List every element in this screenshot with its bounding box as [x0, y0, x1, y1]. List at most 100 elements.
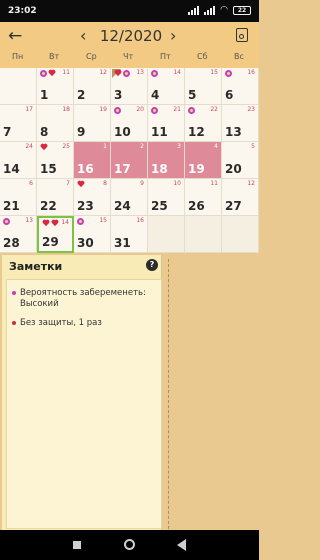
- arrow-left-icon[interactable]: ←: [8, 26, 22, 46]
- day-number: 10: [114, 125, 131, 139]
- calendar-settings-icon[interactable]: [236, 28, 248, 42]
- calendar-day-cell[interactable]: 8 23: [74, 179, 111, 216]
- calendar-day-cell[interactable]: [148, 216, 185, 253]
- calendar-day-cell[interactable]: [0, 68, 37, 105]
- notes-list: Вероятность забеременеть: Высокий Без за…: [6, 279, 162, 529]
- calendar-day-cell[interactable]: 2 17: [111, 142, 148, 179]
- help-icon[interactable]: ?: [146, 259, 158, 271]
- calendar-day-cell[interactable]: 16 31: [111, 216, 148, 253]
- calendar-day-cell[interactable]: 1 16: [74, 142, 111, 179]
- ovulation-ring-icon: [77, 218, 84, 225]
- cycle-day-number: 9: [140, 180, 144, 187]
- calendar-day-cell[interactable]: 11 26: [185, 179, 222, 216]
- calendar-day-cell[interactable]: 15 30: [74, 216, 111, 253]
- calendar-day-cell[interactable]: 25 15: [37, 142, 74, 179]
- calendar-day-cell[interactable]: [222, 216, 259, 253]
- day-number: 26: [188, 199, 205, 213]
- notes-title: Заметки: [9, 260, 63, 273]
- calendar-day-cell[interactable]: 11 1: [37, 68, 74, 105]
- calendar-day-cell[interactable]: 14 4: [148, 68, 185, 105]
- calendar-day-cell[interactable]: 6 21: [0, 179, 37, 216]
- calendar-day-cell[interactable]: 16 6: [222, 68, 259, 105]
- chevron-left-icon[interactable]: ‹: [80, 26, 86, 45]
- day-markers: [114, 70, 130, 77]
- calendar-day-cell[interactable]: 22 12: [185, 105, 222, 142]
- calendar-header: ← ‹ 12/2020 ›: [0, 22, 259, 52]
- day-number: 27: [225, 199, 242, 213]
- cycle-day-number: 15: [99, 217, 107, 224]
- heart-icon: [48, 70, 56, 77]
- cycle-day-number: 12: [99, 69, 107, 76]
- day-number: 17: [114, 162, 131, 176]
- notes-section: Заметки ? Вероятность забеременеть: Высо…: [0, 253, 259, 531]
- navigation-bar: [0, 530, 259, 560]
- note-text: Без защиты, 1 раз: [20, 318, 102, 328]
- cycle-day-number: 11: [62, 69, 70, 76]
- circle-icon[interactable]: [124, 539, 135, 550]
- calendar-day-cell[interactable]: 9 24: [111, 179, 148, 216]
- wifi-icon: ◠: [220, 5, 228, 15]
- calendar-day-cell[interactable]: 19 9: [74, 105, 111, 142]
- calendar-day-cell[interactable]: 15 5: [185, 68, 222, 105]
- signal-icon: [188, 5, 200, 15]
- calendar-day-cell[interactable]: 3 18: [148, 142, 185, 179]
- calendar-day-cell[interactable]: 7 22: [37, 179, 74, 216]
- battery-icon: 22: [233, 5, 251, 15]
- calendar-day-cell[interactable]: 23 13: [222, 105, 259, 142]
- cycle-day-number: 22: [210, 106, 218, 113]
- day-markers: [77, 181, 85, 188]
- calendar-day-cell[interactable]: [185, 216, 222, 253]
- weekday-label: Ср: [86, 52, 97, 61]
- day-markers: [151, 107, 158, 114]
- calendar-day-cell[interactable]: 12 27: [222, 179, 259, 216]
- note-item: Без защиты, 1 раз: [12, 318, 102, 329]
- calendar-day-cell[interactable]: 24 14: [0, 142, 37, 179]
- triangle-back-icon[interactable]: [177, 539, 186, 551]
- chevron-right-icon[interactable]: ›: [170, 26, 176, 45]
- calendar-day-cell[interactable]: 4 19: [185, 142, 222, 179]
- day-number: 20: [225, 162, 242, 176]
- day-number: 31: [114, 236, 131, 250]
- day-number: 7: [3, 125, 12, 139]
- calendar-day-cell[interactable]: 12 2: [74, 68, 111, 105]
- day-number: 1: [40, 88, 49, 102]
- heart-icon: [77, 181, 85, 188]
- weekday-label: Вт: [49, 52, 60, 61]
- cycle-day-number: 23: [247, 106, 255, 113]
- cycle-day-number: 8: [103, 180, 107, 187]
- day-number: 19: [188, 162, 205, 176]
- day-number: 23: [77, 199, 94, 213]
- calendar-day-cell[interactable]: 21 11: [148, 105, 185, 142]
- weekday-label: Сб: [197, 52, 208, 61]
- calendar-day-cell[interactable]: 17 7: [0, 105, 37, 142]
- bullet-icon: [12, 320, 16, 325]
- bullet-icon: [12, 290, 16, 295]
- day-number: 9: [77, 125, 86, 139]
- ovulation-ring-icon: [151, 107, 158, 114]
- calendar-day-cell[interactable]: 13 28: [0, 216, 37, 253]
- cycle-day-number: 5: [251, 143, 255, 150]
- calendar-day-cell[interactable]: 18 8: [37, 105, 74, 142]
- weekday-label: Чт: [123, 52, 134, 61]
- calendar-day-cell[interactable]: 20 10: [111, 105, 148, 142]
- cycle-day-number: 15: [210, 69, 218, 76]
- cycle-day-number: 19: [99, 106, 107, 113]
- day-number: 3: [114, 88, 123, 102]
- day-number: 5: [188, 88, 197, 102]
- month-year-title[interactable]: 12/2020: [97, 27, 165, 45]
- day-markers: [3, 218, 10, 225]
- calendar-day-cell[interactable]: 13 3: [111, 68, 148, 105]
- calendar-day-cell[interactable]: 14 29: [37, 216, 74, 253]
- cycle-day-number: 16: [247, 69, 255, 76]
- cycle-day-number: 16: [136, 217, 144, 224]
- cycle-day-number: 2: [140, 143, 144, 150]
- day-markers: [77, 218, 84, 225]
- day-markers: [225, 70, 232, 77]
- calendar-day-cell[interactable]: 5 20: [222, 142, 259, 179]
- note-item: Вероятность забеременеть: Высокий: [12, 288, 155, 310]
- stitch-divider: [168, 259, 169, 529]
- square-icon[interactable]: [73, 541, 81, 549]
- heart-icon: [51, 220, 59, 227]
- calendar-day-cell[interactable]: 10 25: [148, 179, 185, 216]
- weekday-label: Пн: [12, 52, 24, 61]
